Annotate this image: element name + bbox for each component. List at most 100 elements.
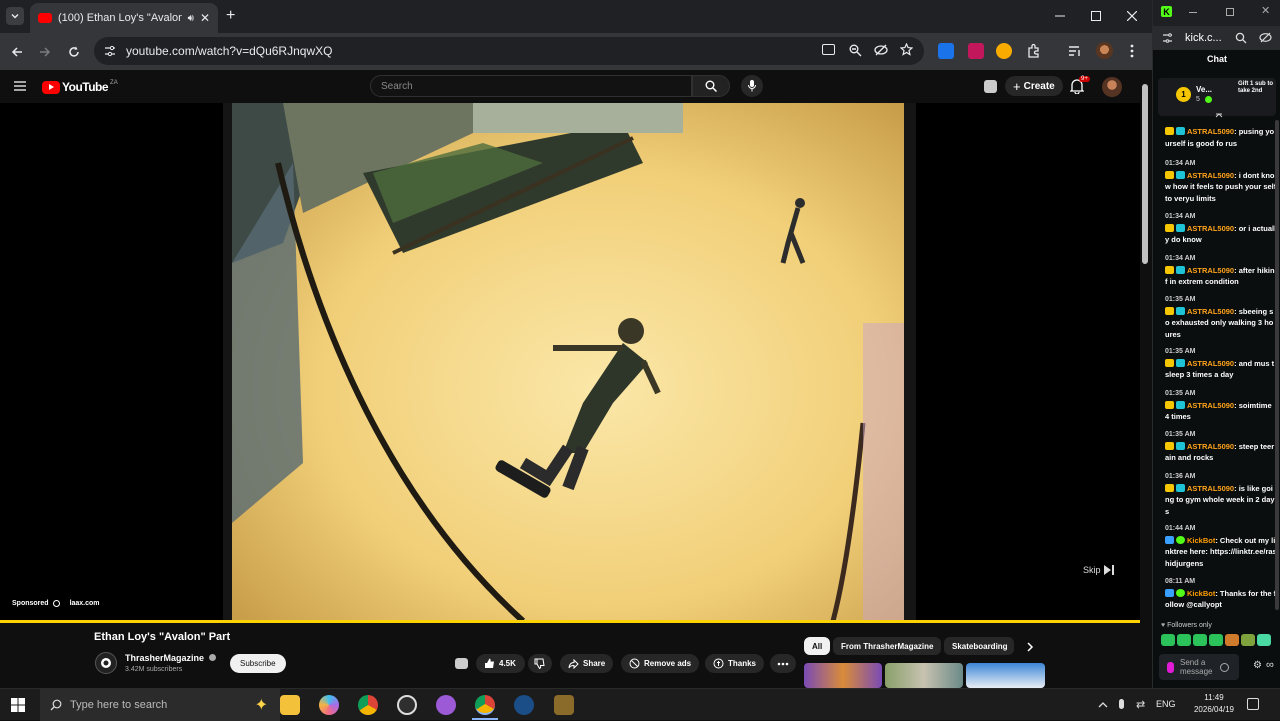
chat-username[interactable]: KickBot: [1187, 536, 1215, 545]
chat-settings-icon[interactable]: ⚙: [1253, 660, 1262, 671]
back-button[interactable]: [7, 42, 27, 62]
chip-all[interactable]: All: [804, 637, 831, 655]
browser-tab-active[interactable]: (100) Ethan Loy's "Avalon" P 🔊︎ ✕: [30, 3, 218, 33]
thanks-button[interactable]: Thanks: [705, 654, 765, 673]
tray-chevron-icon[interactable]: [1098, 701, 1108, 709]
chip-skateboarding[interactable]: Skateboarding: [944, 637, 1014, 655]
youtube-logo[interactable]: YouTube ZA: [42, 80, 118, 94]
snipping-tool-icon[interactable]: [436, 695, 456, 715]
new-tab-button[interactable]: +: [226, 7, 235, 25]
site-info-icon[interactable]: [104, 45, 116, 57]
hamburger-menu-icon[interactable]: [14, 81, 26, 91]
chevron-right-icon[interactable]: [1026, 642, 1034, 652]
kick-address-bar[interactable]: kick.c...: [1153, 26, 1280, 50]
chrome-icon[interactable]: [358, 695, 378, 715]
channel-name[interactable]: ThrasherMagazine: [125, 653, 216, 663]
bookmark-star-icon[interactable]: [900, 43, 913, 56]
extension-yellow-icon[interactable]: [996, 43, 1012, 59]
kick-eye-slash-icon[interactable]: [1259, 32, 1272, 43]
video-player[interactable]: Sponsored laax.com Skip: [0, 103, 1140, 621]
related-thumbnail-2[interactable]: [885, 663, 963, 688]
notification-center-icon[interactable]: [1247, 698, 1259, 710]
zoom-icon[interactable]: [849, 44, 862, 57]
tab-search-button[interactable]: [6, 7, 24, 25]
create-button[interactable]: + Create: [1005, 76, 1063, 96]
tab-close-icon[interactable]: ✕: [200, 11, 210, 25]
extension-translate-icon[interactable]: [938, 43, 954, 59]
search-input[interactable]: Search: [370, 75, 692, 97]
chrome-profile-icon[interactable]: [475, 695, 495, 715]
extension-purple-icon[interactable]: [968, 43, 984, 59]
emote-5[interactable]: [1225, 634, 1239, 646]
microphone-tray-icon[interactable]: [1119, 699, 1124, 709]
emote-3[interactable]: [1193, 634, 1207, 646]
chat-username[interactable]: ASTRAL5090: [1187, 127, 1234, 136]
speaker-icon[interactable]: 🔊︎: [188, 13, 194, 24]
chat-username[interactable]: ASTRAL5090: [1187, 224, 1234, 233]
chat-scrollbar[interactable]: [1275, 120, 1279, 610]
info-icon[interactable]: [52, 600, 60, 607]
subscribe-button[interactable]: Subscribe: [230, 654, 286, 673]
chat-username[interactable]: ASTRAL5090: [1187, 171, 1234, 180]
reload-button[interactable]: [64, 42, 84, 62]
remove-ads-button[interactable]: Remove ads: [621, 654, 700, 673]
forward-button[interactable]: [35, 42, 55, 62]
system-clock[interactable]: 11:49 2026/04/19: [1188, 692, 1240, 716]
emote-1[interactable]: [1161, 634, 1175, 646]
chat-username[interactable]: ASTRAL5090: [1187, 359, 1234, 368]
like-button[interactable]: 4.5K: [476, 654, 525, 673]
kick-zoom-icon[interactable]: [1235, 32, 1247, 44]
kick-close-button[interactable]: ✕: [1261, 4, 1270, 17]
emote-2[interactable]: [1177, 634, 1191, 646]
chat-send-icon[interactable]: ∞: [1266, 659, 1274, 671]
windows-start-icon[interactable]: [11, 698, 25, 712]
skip-ad-button[interactable]: Skip: [1083, 565, 1114, 575]
extensions-puzzle-icon[interactable]: [1026, 43, 1042, 59]
chat-username[interactable]: ASTRAL5090: [1187, 307, 1234, 316]
emoji-picker-icon[interactable]: [1220, 662, 1229, 672]
chip-from-channel[interactable]: From ThrasherMagazine: [833, 637, 942, 655]
network-tray-icon[interactable]: ⇄: [1136, 698, 1145, 711]
sponsor-domain[interactable]: laax.com: [70, 600, 100, 607]
chat-message-input[interactable]: Send a message: [1159, 654, 1239, 680]
maximize-button[interactable]: [1078, 0, 1114, 32]
collapse-chevron-icon[interactable]: [1215, 113, 1223, 119]
search-button[interactable]: [692, 75, 730, 97]
related-thumbnail-3[interactable]: [966, 663, 1045, 688]
page-scrollbar[interactable]: [1142, 84, 1148, 264]
chat-username[interactable]: ASTRAL5090: [1187, 442, 1234, 451]
site-controls-icon[interactable]: [1162, 33, 1173, 43]
install-app-icon[interactable]: [822, 44, 835, 55]
emote-7[interactable]: [1257, 634, 1271, 646]
obs-icon[interactable]: [397, 695, 417, 715]
steam-icon[interactable]: [514, 695, 534, 715]
ai-ask-icon[interactable]: [455, 658, 468, 669]
chat-username[interactable]: ASTRAL5090: [1187, 266, 1234, 275]
taskbar-search[interactable]: Type here to search ✦: [40, 689, 280, 721]
ai-sparkle-icon[interactable]: [984, 80, 997, 93]
media-controls-icon[interactable]: [1068, 44, 1082, 58]
chat-username[interactable]: ASTRAL5090: [1187, 401, 1234, 410]
voice-search-button[interactable]: [741, 75, 763, 97]
video-frame[interactable]: [223, 103, 916, 621]
language-indicator[interactable]: ENG: [1156, 699, 1176, 709]
minecraft-icon[interactable]: [554, 695, 574, 715]
gift-leaderboard[interactable]: 1 Ve... 5 Gift 1 sub to take 2nd: [1158, 78, 1276, 119]
emote-6[interactable]: [1241, 634, 1255, 646]
emote-4[interactable]: [1209, 634, 1223, 646]
channel-avatar[interactable]: [95, 652, 117, 674]
chat-username[interactable]: KickBot: [1187, 589, 1215, 598]
browser-menu-icon[interactable]: [1130, 44, 1134, 58]
kick-minimize-button[interactable]: [1189, 12, 1197, 13]
address-bar[interactable]: youtube.com/watch?v=dQu6RJnqwXQ: [94, 37, 924, 65]
copilot-sparkle-icon[interactable]: ✦: [255, 695, 268, 715]
chat-username[interactable]: ASTRAL5090: [1187, 484, 1234, 493]
minimize-button[interactable]: [1042, 0, 1078, 32]
dislike-button[interactable]: [528, 654, 552, 673]
more-actions-button[interactable]: [770, 654, 796, 673]
account-avatar[interactable]: [1102, 77, 1122, 97]
close-window-button[interactable]: [1114, 0, 1150, 32]
file-explorer-icon[interactable]: [280, 695, 300, 715]
eye-slash-icon[interactable]: [874, 44, 888, 56]
related-thumbnail-1[interactable]: [804, 663, 882, 688]
